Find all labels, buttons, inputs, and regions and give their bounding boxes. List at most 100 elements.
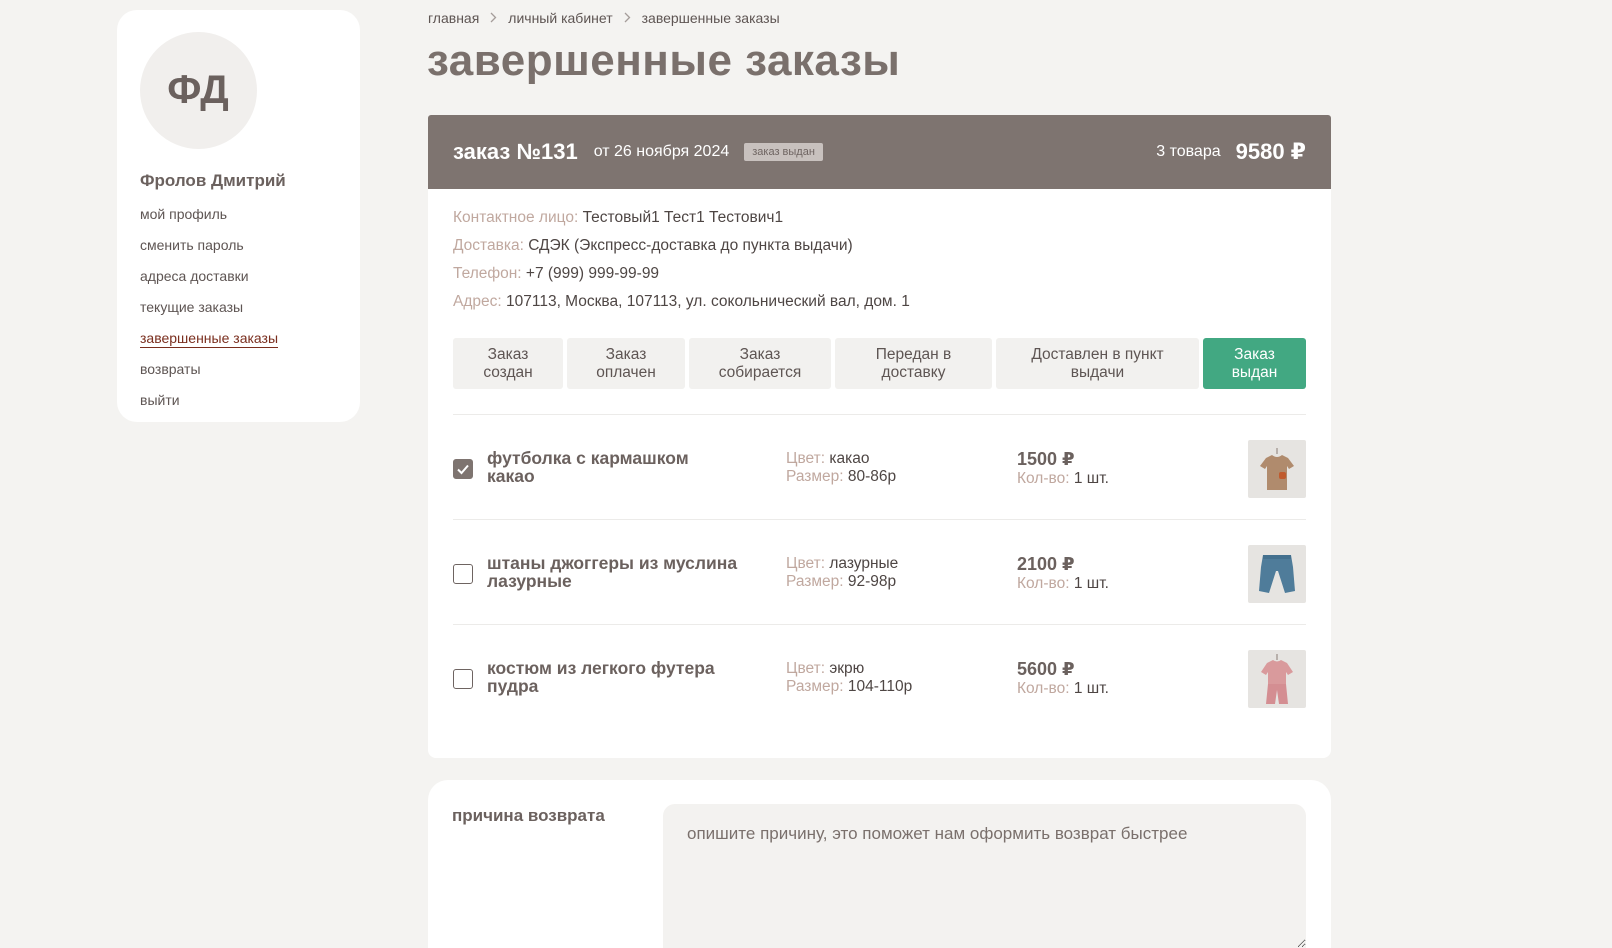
contact-person-row: Контактное лицо: Тестовый1 Тест1 Тестови… xyxy=(453,209,1306,237)
info-value: СДЭК (Экспресс-доставка до пункта выдачи… xyxy=(528,237,853,254)
chevron-right-icon xyxy=(624,11,631,26)
order-item-count: 3 товара xyxy=(1156,143,1221,160)
return-reason-input[interactable] xyxy=(663,804,1306,948)
breadcrumb-home-link[interactable]: главная xyxy=(428,10,479,26)
item-color: какао xyxy=(829,450,870,467)
item-checkbox[interactable] xyxy=(453,459,473,479)
info-value: Тестовый1 Тест1 Тестович1 xyxy=(582,209,784,226)
step-label: Доставлен в пункт xyxy=(1031,345,1164,363)
sidebar-item-label: текущие заказы xyxy=(140,299,244,315)
item-name[interactable]: футболка с кармашком какао xyxy=(487,449,767,485)
qty-label: Кол-во: xyxy=(1017,470,1070,487)
item-price-block: 5600 ₽ Кол-во: 1 шт. xyxy=(1017,660,1109,698)
item-qty: 1 шт. xyxy=(1073,680,1109,697)
order-header: заказ №131 от 26 ноября 2024 заказ выдан… xyxy=(428,115,1331,189)
delivery-row: Доставка: СДЭК (Экспресс-доставка до пун… xyxy=(453,237,1306,265)
item-price: 5600 ₽ xyxy=(1017,659,1075,679)
step-label: Заказ xyxy=(605,345,647,363)
breadcrumb-current: завершенные заказы xyxy=(641,10,780,26)
info-label: Телефон: xyxy=(453,265,522,282)
item-size: 104-110р xyxy=(847,678,913,695)
qty-label: Кол-во: xyxy=(1017,680,1070,697)
order-number: заказ №131 xyxy=(453,139,578,164)
avatar: ФД xyxy=(140,32,257,149)
item-name-line: какао xyxy=(487,466,535,486)
item-attributes: Цвет: лазурные Размер: 92-98р xyxy=(786,555,898,591)
step-label: Передан в xyxy=(875,345,952,363)
sidebar-item-current-orders[interactable]: текущие заказы xyxy=(140,299,278,330)
step-label: создан xyxy=(483,363,533,381)
item-attributes: Цвет: какао Размер: 80-86р xyxy=(786,450,896,486)
item-name-line: лазурные xyxy=(487,571,572,591)
sidebar-item-returns[interactable]: возвраты xyxy=(140,361,278,392)
item-name-line: штаны джоггеры из муслина xyxy=(487,553,738,573)
sidebar-item-profile[interactable]: мой профиль xyxy=(140,206,278,237)
order-status-steps: Заказ создан Заказ оплачен Заказ собирается… xyxy=(453,338,1306,389)
sidebar-item-label: мой профиль xyxy=(140,206,228,222)
return-form-card: причина возврата xyxy=(428,780,1331,948)
sidebar-item-label: адреса доставки xyxy=(140,268,249,284)
item-color: лазурные xyxy=(829,555,899,572)
list-item: штаны джоггеры из муслина лазурные Цвет: … xyxy=(453,520,1306,625)
order-date: от 26 ноября 2024 xyxy=(593,143,730,160)
order-card: заказ №131 от 26 ноября 2024 заказ выдан… xyxy=(428,115,1331,758)
breadcrumb: главная личный кабинет завершенные заказ… xyxy=(428,10,780,26)
sidebar-item-label: возвраты xyxy=(140,361,201,377)
info-value: 107113, Москва, 107113, ул. сокольническ… xyxy=(506,293,910,310)
item-attributes: Цвет: экрю Размер: 104-110р xyxy=(786,660,912,696)
sidebar-item-change-password[interactable]: сменить пароль xyxy=(140,237,278,268)
pants-thumbnail[interactable] xyxy=(1248,545,1306,603)
item-size: 80-86р xyxy=(847,468,897,485)
user-name: Фролов Дмитрий xyxy=(140,171,286,190)
size-label: Размер: xyxy=(786,678,844,695)
item-checkbox[interactable] xyxy=(453,669,473,689)
step-paid[interactable]: Заказ оплачен xyxy=(567,338,685,389)
chevron-right-icon xyxy=(490,11,497,26)
item-price-block: 2100 ₽ Кол-во: 1 шт. xyxy=(1017,555,1109,593)
step-label: собирается xyxy=(718,363,802,381)
item-price: 1500 ₽ xyxy=(1017,449,1075,469)
step-shipped[interactable]: Передан в доставку xyxy=(835,338,992,389)
qty-label: Кол-во: xyxy=(1017,575,1070,592)
return-reason-label: причина возврата xyxy=(452,806,605,825)
item-price: 2100 ₽ xyxy=(1017,554,1075,574)
step-label: выдачи xyxy=(1070,363,1125,381)
tshirt-thumbnail[interactable] xyxy=(1248,440,1306,498)
step-delivered-to-pickup[interactable]: Доставлен в пункт выдачи xyxy=(996,338,1199,389)
suit-thumbnail[interactable] xyxy=(1248,650,1306,708)
step-label: Заказ xyxy=(1234,345,1275,363)
step-issued[interactable]: Заказ выдан xyxy=(1203,338,1306,389)
size-label: Размер: xyxy=(786,573,844,590)
color-label: Цвет: xyxy=(786,555,826,572)
step-label: выдан xyxy=(1231,363,1278,381)
step-label: оплачен xyxy=(596,363,656,381)
page-title: завершенные заказы xyxy=(427,36,901,85)
item-size: 92-98р xyxy=(847,573,897,590)
order-info: Контактное лицо: Тестовый1 Тест1 Тестови… xyxy=(428,189,1331,321)
step-assembling[interactable]: Заказ собирается xyxy=(689,338,831,389)
item-qty: 1 шт. xyxy=(1073,575,1109,592)
item-name[interactable]: штаны джоггеры из муслина лазурные xyxy=(487,554,767,590)
info-value: +7 (999) 999-99-99 xyxy=(525,265,660,282)
item-color: экрю xyxy=(829,660,865,677)
step-label: Заказ xyxy=(739,345,781,363)
item-checkbox[interactable] xyxy=(453,564,473,584)
item-name[interactable]: костюм из легкого футера пудра xyxy=(487,659,767,695)
step-created[interactable]: Заказ создан xyxy=(453,338,563,389)
breadcrumb-account-link[interactable]: личный кабинет xyxy=(508,10,612,26)
item-qty: 1 шт. xyxy=(1073,470,1109,487)
status-badge: заказ выдан xyxy=(744,143,823,161)
sidebar-item-addresses[interactable]: адреса доставки xyxy=(140,268,278,299)
sidebar-item-label: завершенные заказы xyxy=(140,330,279,348)
item-name-line: костюм из легкого футера xyxy=(487,658,715,678)
step-label: доставку xyxy=(881,363,946,381)
color-label: Цвет: xyxy=(786,660,826,677)
sidebar-item-completed-orders[interactable]: завершенные заказы xyxy=(140,330,279,361)
sidebar-item-logout[interactable]: выйти xyxy=(140,392,278,423)
info-label: Доставка: xyxy=(453,237,524,254)
color-label: Цвет: xyxy=(786,450,826,467)
item-name-line: пудра xyxy=(487,676,539,696)
sidebar-item-label: сменить пароль xyxy=(140,237,244,253)
list-item: футболка с кармашком какао Цвет: какао Ра… xyxy=(453,415,1306,520)
size-label: Размер: xyxy=(786,468,844,485)
